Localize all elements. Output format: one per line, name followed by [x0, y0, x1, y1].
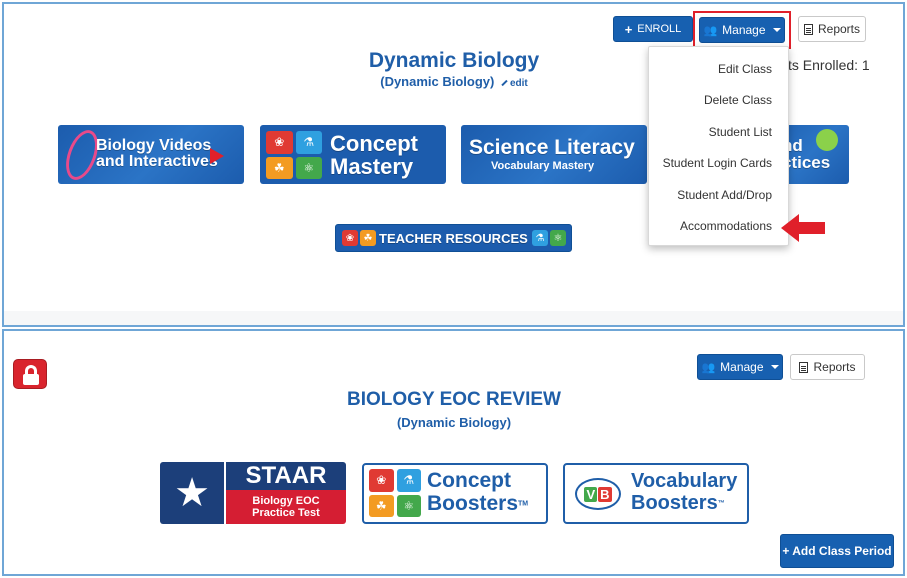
concept-boosters-word: Boosters: [427, 491, 519, 515]
science-literacy-subtitle: Vocabulary Mastery: [491, 160, 595, 172]
science-icons: ❀ ⚗ ☘ ⚛: [369, 469, 421, 517]
atom-icon: ⚛: [295, 156, 322, 179]
manage-button[interactable]: 👥 Manage: [699, 17, 785, 43]
menu-item-accommodations[interactable]: Accommodations: [649, 211, 788, 243]
leaf-icon: ☘: [360, 230, 376, 246]
edit-link[interactable]: edit: [501, 78, 528, 89]
caret-down-icon: [770, 365, 779, 369]
concept-mastery-tile[interactable]: ❀ ⚗ ☘ ⚛ Concept Mastery: [260, 125, 446, 184]
biology-videos-label: Biology Videos and Interactives: [96, 138, 218, 170]
atom-icon: ⚛: [396, 494, 421, 517]
enroll-button[interactable]: + ENROLL: [613, 16, 693, 42]
manage-label: Manage: [720, 360, 764, 374]
right-science-icons: ⚗ ⚛: [532, 230, 566, 246]
menu-item-student-add-drop[interactable]: Student Add/Drop: [649, 179, 788, 211]
concept-mastery-label: Concept Mastery: [330, 132, 418, 178]
class-subtitle-text: (Dynamic Biology): [380, 74, 495, 89]
vocabulary-boosters-label: Vocabulary Boosters™: [631, 470, 738, 515]
dna-icon: ❀: [266, 131, 293, 154]
play-icon: [210, 148, 224, 164]
teacher-resources-label: TEACHER RESOURCES: [379, 231, 528, 246]
reports-button[interactable]: Reports: [798, 16, 866, 42]
class-subtitle: (Dynamic Biology): [396, 415, 512, 430]
labs-practices-line1: nd: [782, 136, 803, 155]
menu-item-student-list[interactable]: Student List: [649, 116, 788, 148]
lock-body: [23, 374, 39, 385]
science-icons: ❀ ⚗ ☘ ⚛: [266, 131, 322, 179]
labs-practices-line2: ctices: [782, 153, 831, 172]
vocabulary-boosters-word: Boosters: [631, 491, 718, 514]
caret-down-icon: [772, 28, 781, 32]
vocabulary-boosters-line1: Vocabulary: [631, 470, 738, 492]
atom-icon: ⚛: [550, 230, 566, 246]
biology-videos-line2: and Interactives: [96, 153, 218, 170]
flask-icon: ⚗: [396, 469, 421, 492]
class-panel-dynamic-biology: + ENROLL 👥 Manage Reports Dynamic Biolog…: [2, 2, 905, 327]
flask-icon: ⚗: [295, 131, 322, 154]
reports-label: Reports: [817, 22, 861, 36]
flask-icon: ⚗: [532, 230, 548, 246]
biology-videos-line1: Biology Videos: [96, 137, 212, 154]
dna-icon: ❀: [342, 230, 358, 246]
left-science-icons: ❀ ☘: [342, 230, 376, 246]
concept-boosters-line1: Concept: [427, 469, 511, 492]
concept-boosters-tile[interactable]: ❀ ⚗ ☘ ⚛ Concept BoostersTM: [362, 463, 548, 524]
class-panel-biology-eoc-review: 👥 Manage Reports BIOLOGY EOC REVIEW (Dyn…: [2, 329, 905, 576]
dna-icon: ❀: [369, 469, 394, 492]
star-icon: ★: [160, 462, 224, 524]
concept-boosters-line2: BoostersTM: [427, 491, 529, 516]
labs-practices-label: nd ctices: [782, 137, 830, 171]
menu-item-delete-class[interactable]: Delete Class: [649, 85, 788, 117]
staar-line2: Practice Test: [252, 507, 320, 520]
vb-letter-b: B: [598, 486, 612, 502]
vb-badge-icon: V B: [575, 478, 621, 510]
concept-boosters-label: Concept BoostersTM: [427, 469, 529, 516]
users-icon: 👥: [701, 361, 716, 374]
concept-mastery-line1: Concept: [330, 131, 418, 156]
trademark-mark: ™: [717, 499, 725, 507]
manage-label: Manage: [722, 23, 766, 37]
vocabulary-boosters-line2: Boosters™: [631, 491, 737, 515]
leaf-icon: ☘: [369, 494, 394, 517]
menu-item-student-login-cards[interactable]: Student Login Cards: [649, 148, 788, 180]
leaf-icon: ☘: [266, 156, 293, 179]
add-class-period-button[interactable]: + Add Class Period: [780, 534, 894, 568]
pencil-icon: [501, 80, 508, 87]
edit-label: edit: [509, 78, 528, 89]
science-literacy-tile[interactable]: Science Literacy Vocabulary Mastery: [461, 125, 647, 184]
enroll-label: ENROLL: [637, 23, 682, 35]
plus-icon: +: [624, 21, 633, 37]
class-title: BIOLOGY EOC REVIEW: [347, 389, 561, 410]
staar-word: STAAR: [226, 462, 346, 490]
vb-letter-v: V: [584, 486, 598, 502]
vocabulary-boosters-tile[interactable]: V B Vocabulary Boosters™: [563, 463, 749, 524]
staar-subtitle: Biology EOC Practice Test: [226, 490, 346, 524]
panel-footer: [4, 311, 903, 325]
concept-mastery-line2: Mastery: [330, 154, 414, 180]
document-icon: [799, 361, 809, 373]
biology-videos-tile[interactable]: Biology Videos and Interactives: [58, 125, 244, 184]
teacher-resources-tile[interactable]: ❀ ☘ TEACHER RESOURCES ⚗ ⚛: [335, 224, 572, 252]
users-icon: 👥: [703, 24, 718, 37]
staar-practice-test-tile[interactable]: ★ STAAR Biology EOC Practice Test: [160, 462, 346, 524]
lock-icon[interactable]: [13, 359, 47, 389]
students-enrolled-text: ts Enrolled: 1: [788, 57, 870, 73]
manage-button[interactable]: 👥 Manage: [697, 354, 783, 380]
manage-dropdown-menu: Edit Class Delete Class Student List Stu…: [648, 46, 789, 246]
document-icon: [803, 23, 813, 35]
staar-line1: Biology EOC: [252, 495, 320, 507]
reports-button[interactable]: Reports: [790, 354, 865, 380]
trademark-mark: TM: [518, 500, 529, 508]
menu-item-edit-class[interactable]: Edit Class: [649, 53, 788, 85]
science-literacy-title: Science Literacy: [469, 136, 635, 159]
annotation-arrow-icon: [781, 214, 825, 242]
reports-label: Reports: [813, 360, 856, 374]
